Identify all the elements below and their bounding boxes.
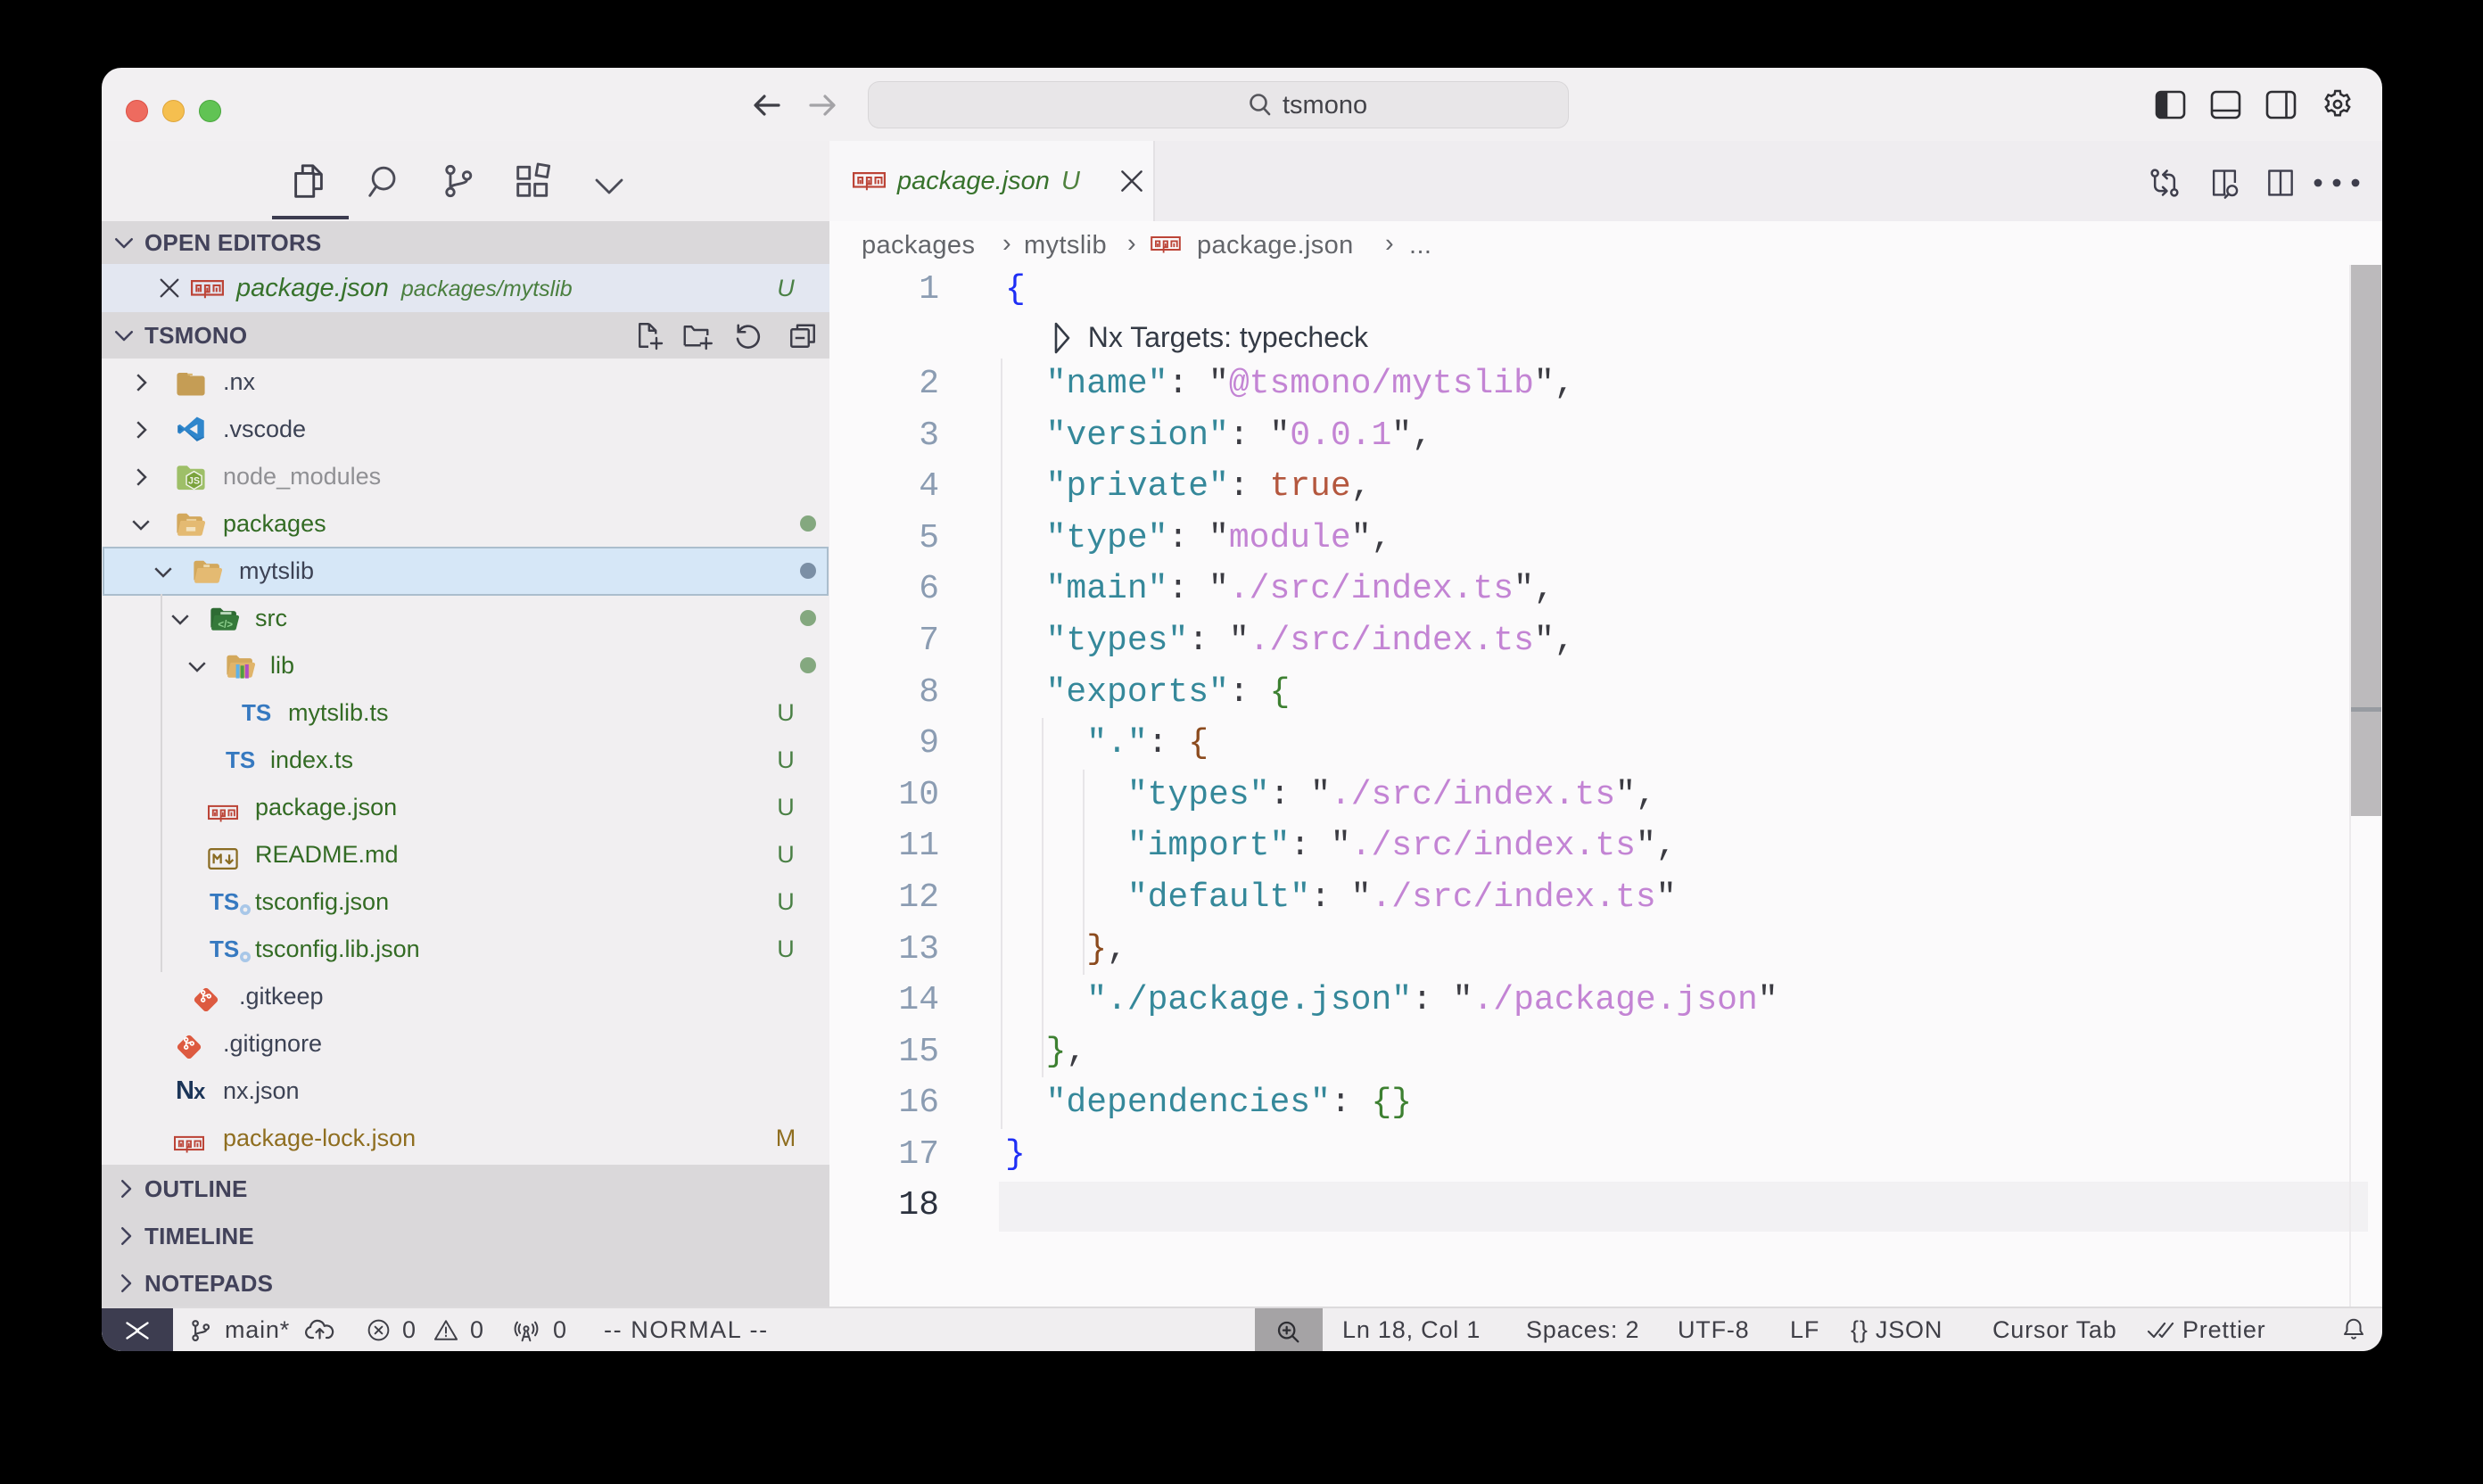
svg-text:</>: </> [218,620,233,631]
svg-text:JS: JS [188,475,200,486]
